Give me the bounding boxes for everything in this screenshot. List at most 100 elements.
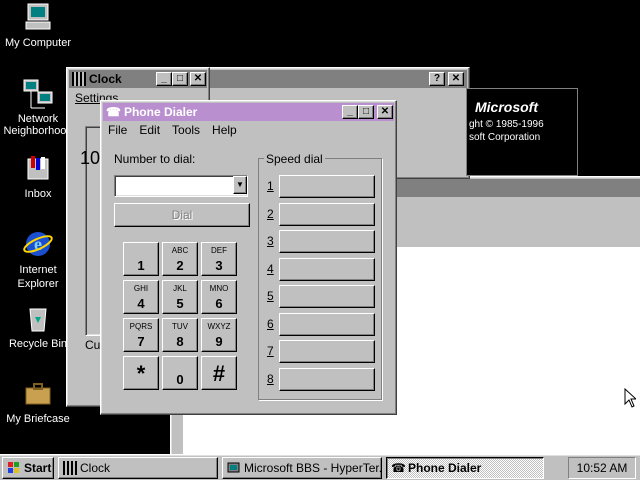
phone-dialer-window: ☎ Phone Dialer _ □ ✕ File Edit Tools Help N…	[100, 100, 397, 415]
speed-dial-number: 6	[267, 316, 274, 331]
mouse-pointer-icon	[624, 387, 638, 408]
desktop-icon-inbox[interactable]: Inbox	[0, 153, 76, 200]
dial-button[interactable]: Dial	[114, 203, 250, 227]
system-tray: 10:52 AM	[568, 457, 636, 479]
about-titlebar[interactable]: ? ✕	[203, 70, 467, 88]
desktop-icon-my-computer[interactable]: My Computer	[0, 2, 76, 49]
keypad-key-digit: *	[136, 361, 146, 386]
menu-file[interactable]: File	[108, 123, 127, 137]
speed-dial-number: 3	[267, 234, 274, 248]
help-button[interactable]: ?	[429, 72, 445, 86]
keypad-key-digit: 6	[215, 296, 223, 311]
speed-dial-button[interactable]	[279, 202, 375, 226]
keypad-key-letters: MNO	[209, 284, 229, 293]
speed-dial-button[interactable]	[279, 257, 375, 281]
taskbar-item-label: Clock	[80, 461, 111, 475]
menu-bar: File Edit Tools Help	[108, 123, 249, 137]
speed-dial-number: 7	[267, 344, 274, 358]
taskbar-item-phone-dialer[interactable]: ☎ Phone Dialer	[386, 457, 544, 479]
keypad-key[interactable]: 0	[162, 356, 198, 390]
minimize-button[interactable]: _	[156, 72, 172, 86]
keypad-key[interactable]: JKL 5	[162, 280, 198, 314]
keypad-key[interactable]: MNO 6	[201, 280, 237, 314]
maximize-button[interactable]: □	[358, 105, 374, 119]
close-button[interactable]: ✕	[190, 72, 206, 86]
taskbar-item-hyperterminal[interactable]: Microsoft BBS - HyperTer...	[222, 457, 382, 479]
phone-dialer-title: Phone Dialer	[123, 105, 198, 119]
maximize-button[interactable]: □	[172, 72, 188, 86]
clock-titlebar[interactable]: Clock _ □ ✕	[69, 70, 207, 88]
desktop-icon-internet-explorer[interactable]: e Internet Explorer	[0, 228, 76, 291]
clock-time-display: 10	[80, 148, 101, 168]
keypad-key[interactable]: TUV 8	[162, 318, 198, 352]
speed-dial-button[interactable]	[279, 340, 375, 363]
keypad-key-letters: TUV	[172, 322, 188, 331]
my-computer-icon	[22, 2, 54, 34]
keypad-key-digit: 0	[176, 372, 184, 387]
phone-dialer-titlebar[interactable]: ☎ Phone Dialer _ □ ✕	[103, 103, 394, 121]
start-label: Start	[24, 461, 52, 475]
hyperterminal-icon	[227, 461, 241, 475]
desktop-icon-label: My Briefcase	[6, 413, 70, 425]
desktop-icon-recycle-bin[interactable]: Recycle Bin	[0, 303, 76, 350]
keypad-key-digit: 8	[176, 334, 184, 349]
speed-dial-button[interactable]	[279, 285, 375, 308]
keypad-key-digit: #	[212, 361, 226, 386]
speed-dial-label: Speed dial	[264, 152, 325, 166]
keypad-key-letters: WXYZ	[207, 322, 231, 331]
phone-icon: ☎	[391, 461, 406, 475]
keypad-key-digit: 1	[137, 258, 145, 273]
inbox-icon	[22, 153, 54, 185]
taskbar-item-clock[interactable]: Clock	[58, 457, 218, 479]
keypad-key-digit: 2	[176, 258, 184, 273]
keypad-key-digit: 9	[215, 334, 223, 349]
speed-dial-button[interactable]	[279, 175, 375, 198]
keypad-key[interactable]: DEF 3	[201, 242, 237, 276]
keypad-key[interactable]: *	[123, 356, 159, 390]
phone-icon: ☎	[106, 105, 121, 119]
speed-dial-button[interactable]	[279, 367, 375, 391]
close-button[interactable]: ✕	[448, 72, 464, 86]
speed-dial-button[interactable]	[279, 230, 375, 253]
taskbar-item-label: Phone Dialer	[408, 461, 482, 475]
keypad-key[interactable]: 1	[123, 242, 159, 276]
speed-dial-number: 5	[267, 289, 274, 303]
dial-button-label: Dial	[171, 208, 193, 222]
network-neighborhood-icon	[22, 78, 54, 110]
keypad-key-letters: GHI	[133, 284, 149, 293]
keypad-key-digit: 5	[176, 296, 184, 311]
speed-dial-number: 2	[267, 206, 274, 221]
desktop-icon-label: Network Neighborhood	[3, 113, 73, 137]
keypad-key[interactable]: GHI 4	[123, 280, 159, 314]
company-line: soft Corporation	[469, 132, 541, 143]
desktop-icon-my-briefcase[interactable]: My Briefcase	[0, 378, 76, 425]
chevron-down-icon: ▼	[236, 180, 244, 189]
keypad-key[interactable]: PQRS 7	[123, 318, 159, 352]
desktop-icon-label: Inbox	[24, 188, 52, 200]
internet-explorer-icon: e	[22, 228, 54, 260]
close-button[interactable]: ✕	[377, 105, 393, 119]
menu-help[interactable]: Help	[212, 123, 237, 137]
menu-tools[interactable]: Tools	[172, 123, 200, 137]
keypad-key-letters: PQRS	[129, 322, 153, 331]
briefcase-icon	[22, 378, 54, 410]
desktop-icon-label: Internet Explorer	[17, 264, 59, 290]
copyright-line: ght © 1985-1996	[469, 119, 544, 130]
keypad-key[interactable]: #	[201, 356, 237, 390]
clock-icon	[63, 461, 77, 475]
desktop-icon-network-neighborhood[interactable]: Network Neighborhood	[0, 78, 76, 137]
menu-edit[interactable]: Edit	[139, 123, 160, 137]
windows-logo-icon	[7, 461, 21, 475]
tray-clock[interactable]: 10:52 AM	[577, 461, 628, 475]
start-button[interactable]: Start	[2, 457, 54, 479]
speed-dial-button[interactable]	[279, 312, 375, 336]
keypad-key[interactable]: WXYZ 9	[201, 318, 237, 352]
keypad-key[interactable]: ABC 2	[162, 242, 198, 276]
recycle-bin-icon	[22, 303, 54, 335]
minimize-button[interactable]: _	[342, 105, 358, 119]
number-combobox[interactable]: ▼	[114, 175, 248, 197]
keypad-key-letters: JKL	[173, 284, 187, 293]
dropdown-button[interactable]: ▼	[233, 176, 247, 194]
keypad-key-digit: 4	[137, 296, 145, 311]
keypad-key-letters: ABC	[171, 246, 189, 255]
